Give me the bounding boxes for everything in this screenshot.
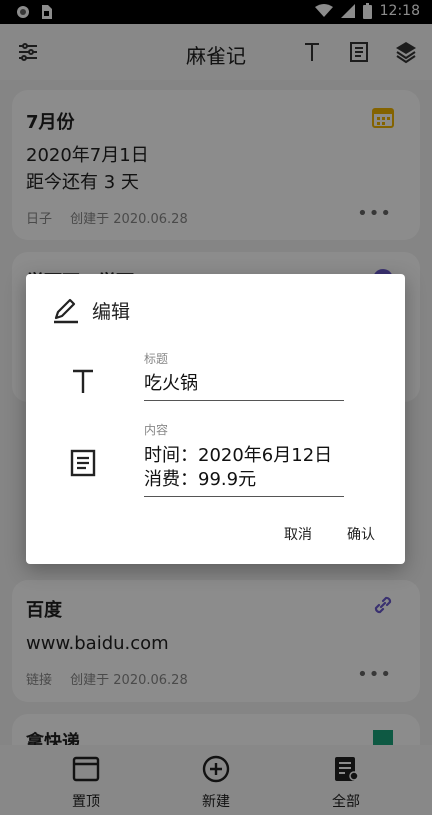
cancel-button[interactable]: 取消: [284, 524, 312, 544]
dialog-title: 编辑: [92, 300, 131, 323]
document-icon: [70, 449, 96, 477]
edit-pencil-icon: [54, 298, 78, 324]
confirm-button[interactable]: 确认: [347, 524, 375, 544]
content-field-label: 内容: [144, 423, 169, 437]
text-icon: [73, 369, 93, 393]
title-input[interactable]: 吃火锅: [144, 372, 344, 401]
content-input[interactable]: 时间：2020年6月12日 消费：99.9元: [144, 444, 344, 497]
edit-dialog: 编辑 标题 吃火锅 内容 时间：2020年6月12日 消费：99.9元 取消 确…: [26, 274, 405, 564]
title-field-label: 标题: [144, 352, 169, 366]
